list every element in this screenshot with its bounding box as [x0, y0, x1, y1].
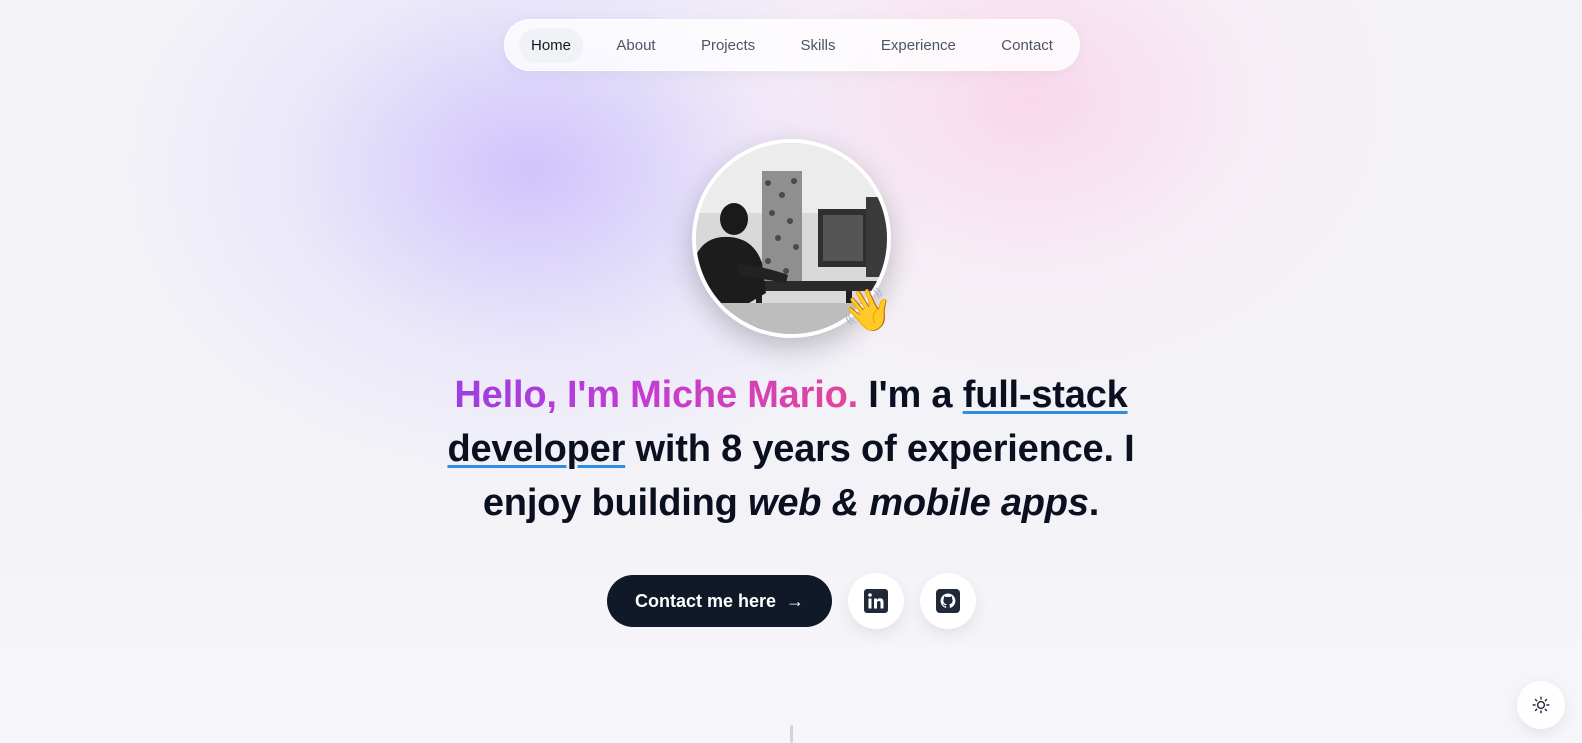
nav-item-contact[interactable]: Contact — [989, 28, 1065, 63]
sun-icon — [1532, 696, 1550, 714]
hero-actions: Contact me here → — [607, 572, 976, 630]
focus-text: web & mobile apps — [747, 482, 1089, 524]
contact-me-button[interactable]: Contact me here → — [607, 575, 832, 627]
section-divider — [790, 725, 793, 743]
nav-item-about[interactable]: About — [604, 28, 667, 63]
top-navigation: Home About Projects Skills Experience Co… — [504, 19, 1080, 71]
github-icon — [936, 589, 960, 613]
nav-item-projects[interactable]: Projects — [689, 28, 767, 63]
arrow-right-icon: → — [786, 590, 805, 611]
profile-avatar-group: 👋 — [692, 139, 894, 338]
nav-item-experience[interactable]: Experience — [869, 28, 968, 63]
theme-toggle-button[interactable] — [1517, 681, 1565, 729]
nav-item-home[interactable]: Home — [519, 27, 584, 63]
nav-item-skills[interactable]: Skills — [788, 28, 847, 63]
hero-headline: Hello, I'm Miche Mario. I'm a full-stack… — [430, 368, 1152, 530]
linkedin-icon — [864, 589, 888, 613]
headline-period: . — [1088, 482, 1100, 524]
headline-text-part1: I'm a — [857, 374, 963, 416]
github-button[interactable] — [920, 573, 976, 629]
linkedin-button[interactable] — [848, 573, 904, 629]
greeting-text: Hello, I'm Miche Mario. — [454, 374, 858, 416]
contact-button-label: Contact me here — [634, 590, 777, 611]
waving-hand-icon: 👋 — [841, 286, 894, 333]
